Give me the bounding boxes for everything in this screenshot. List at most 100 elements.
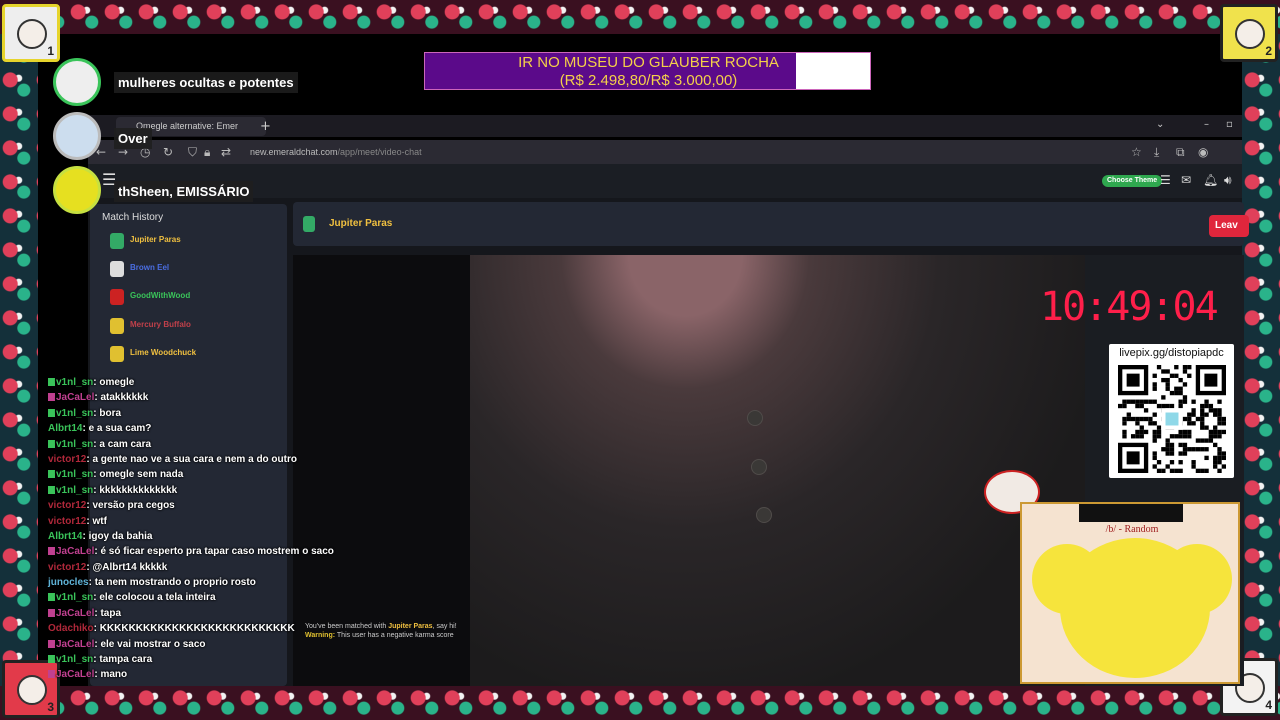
decorative-border-left — [0, 34, 38, 686]
chat-text: ta nem mostrando o proprio rosto — [94, 577, 256, 589]
user-icon — [110, 317, 124, 334]
chat-message: junocles: ta nem mostrando o proprio ros… — [48, 577, 256, 589]
match-history-title: Match History — [102, 212, 164, 223]
user-icon — [110, 345, 124, 362]
match-name: Jupiter Paras — [130, 235, 181, 244]
chat-username: victor12 — [48, 561, 87, 573]
choose-theme-button[interactable]: Choose Theme — [1102, 175, 1163, 187]
match-history-item[interactable]: Mercury Buffalo — [110, 317, 270, 337]
chat-username: JaCaLel — [56, 392, 95, 404]
reload-icon[interactable]: ↻ — [163, 143, 173, 161]
decorative-border-top — [0, 0, 1280, 34]
goal-title: IR NO MUSEU DO GLAUBER ROCHA — [518, 54, 779, 71]
chat-username: v1nl_sn — [56, 654, 94, 666]
chat-message: JaCaLel: tapa — [48, 606, 348, 621]
chat-username: v1nl_sn — [56, 407, 94, 419]
chat-text: @Albrt14 kkkkk — [92, 561, 168, 573]
chat-text: mano — [100, 669, 128, 681]
chat-message: v1nl_sn: tampa cara — [48, 652, 348, 667]
url-bar[interactable]: new.emeraldchat.com/app/meet/video-chat — [250, 145, 422, 159]
chat-username: v1nl_sn — [56, 592, 94, 604]
peer-avatar — [303, 216, 315, 232]
chevron-down-icon[interactable]: ⌄ — [1156, 118, 1164, 132]
shield-icon[interactable]: ⛉ — [188, 143, 197, 161]
badge-icon — [48, 378, 55, 386]
chat-message: Albrt14: e a sua cam? — [48, 423, 152, 435]
chat-text: tampa cara — [99, 654, 153, 666]
chat-message: v1nl_sn: omegle — [48, 375, 348, 390]
corner-avatar-1: 1 — [2, 4, 60, 62]
volume-icon[interactable]: 🔊︎ — [1224, 173, 1232, 187]
app-topbar: ☰ Choose Theme ☰ ✉ 🔔︎ 🔊︎ — [88, 164, 1242, 198]
badge-icon — [48, 547, 55, 556]
badge-icon — [48, 439, 55, 448]
list-icon[interactable]: ☰ — [1160, 173, 1171, 187]
badge-icon — [48, 485, 55, 494]
board-title: /b/ - Random — [1105, 524, 1159, 535]
decorative-border-bottom — [0, 686, 1280, 720]
qr-code — [1118, 365, 1226, 473]
chat-text: e a sua cam? — [88, 423, 152, 435]
chat-text: ele colocou a tela inteira — [99, 592, 216, 604]
chat-username: JaCaLel — [56, 607, 95, 619]
chat-text: bora — [99, 407, 122, 419]
chat-username: v1nl_sn — [56, 438, 94, 450]
match-name: Mercury Buffalo — [130, 319, 191, 329]
goal-text: IR NO MUSEU DO GLAUBER ROCHA (R$ 2.498,8… — [425, 53, 872, 90]
lock-icon[interactable]: 🔒︎ — [204, 143, 210, 161]
viewer-name: Over — [114, 128, 152, 149]
chat-message: victor12: wtf — [48, 515, 107, 527]
match-history-item[interactable]: Brown Eel — [110, 260, 270, 280]
permissions-icon[interactable]: ⇄ — [221, 143, 231, 161]
viewer-avatar — [53, 166, 101, 214]
leave-button[interactable]: Leav — [1209, 215, 1249, 237]
mascot-card: /b/ - Random — [1020, 502, 1240, 684]
download-icon[interactable]: ⤓ — [1154, 143, 1159, 161]
chat-text: ele vai mostrar o saco — [100, 638, 206, 650]
chat-text: igoy da bahia — [88, 530, 153, 542]
chat-username: Albrt14 — [48, 530, 83, 542]
maximize-icon[interactable]: ▫ — [1226, 118, 1233, 132]
peer-name[interactable]: Jupiter Paras — [329, 218, 392, 229]
minimize-icon[interactable]: – — [1204, 118, 1209, 132]
chat-message: Albrt14: igoy da bahia — [48, 530, 153, 542]
new-tab-button[interactable]: + — [260, 117, 271, 136]
chat-text: tapa — [100, 607, 122, 619]
browser-nav-bar: ← → ◷ ↻ ⛉ 🔒︎ ⇄ new.emeraldchat.com/app/m… — [88, 140, 1242, 164]
chat-text: é só ficar esperto pra tapar caso mostre… — [100, 546, 334, 558]
bookmark-star-icon[interactable]: ☆ — [1131, 143, 1142, 161]
chat-message: JaCaLel: ele vai mostrar o saco — [48, 637, 348, 652]
bell-icon[interactable]: 🔔︎ — [1203, 173, 1218, 187]
peer-bar: Jupiter Paras Leav — [293, 202, 1249, 246]
chat-text: wtf — [92, 515, 107, 527]
badge-icon — [48, 593, 55, 602]
donation-qr-card: livepix.gg/distopiapdc — [1109, 344, 1234, 478]
badge-icon — [48, 470, 55, 479]
chat-message: victor12: @Albrt14 kkkkk — [48, 561, 168, 573]
chat-message: JaCaLel: é só ficar esperto pra tapar ca… — [48, 544, 348, 559]
chat-username: JaCaLel — [56, 638, 95, 650]
match-history-item[interactable]: Lime Woodchuck — [110, 345, 270, 365]
chat-text: omegle sem nada — [99, 469, 184, 481]
badge-icon — [48, 408, 55, 417]
viewer-name: mulheres ocultas e potentes — [114, 72, 298, 93]
match-history-item[interactable]: GoodWithWood — [110, 288, 270, 308]
chat-username: Odachiko — [48, 623, 94, 635]
browser-tab-bar: Omegle alternative: Emer ✕ + ⌄ – ▫ — [88, 115, 1242, 137]
match-history-item[interactable]: Jupiter Paras — [110, 232, 270, 252]
chat-text: a gente nao ve a sua cara e nem a do out… — [92, 453, 297, 465]
viewer-avatar — [53, 112, 101, 160]
decorative-border-right — [1242, 34, 1280, 686]
chat-icon[interactable]: ✉ — [1181, 173, 1191, 187]
chat-text: versão pra cegos — [92, 500, 175, 512]
remote-video — [470, 255, 1085, 686]
badge-icon — [48, 393, 55, 402]
screenshot-icon[interactable]: ◉ — [1198, 143, 1208, 161]
badge-icon — [48, 639, 55, 648]
chat-username: v1nl_sn — [56, 484, 94, 496]
chat-username: victor12 — [48, 515, 87, 527]
user-icon — [110, 261, 124, 278]
chat-message: JaCaLel: mano — [48, 667, 348, 682]
badge-icon — [48, 670, 55, 679]
extensions-icon[interactable]: ⧉ — [1176, 143, 1185, 161]
